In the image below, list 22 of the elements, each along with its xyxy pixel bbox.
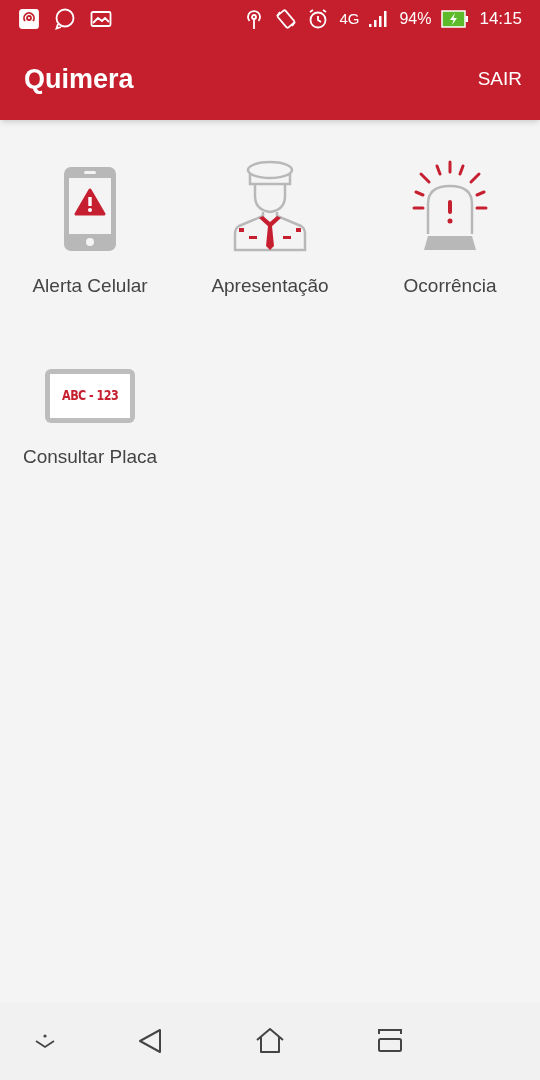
expand-down-icon[interactable] bbox=[34, 1032, 56, 1050]
image-icon bbox=[90, 8, 112, 30]
back-icon[interactable] bbox=[138, 1028, 162, 1054]
battery-charging-icon bbox=[441, 10, 470, 28]
hotspot-icon bbox=[18, 8, 40, 30]
rotate-icon bbox=[275, 8, 298, 30]
signal-icon bbox=[369, 10, 390, 28]
menu-tile[interactable]: Apresentação bbox=[180, 158, 360, 301]
battery-percent: 94% bbox=[399, 9, 432, 29]
menu-tile[interactable]: ABC - 123 Consultar Placa bbox=[0, 328, 180, 471]
app-title: Quimera bbox=[24, 62, 134, 96]
logout-button[interactable]: SAIR bbox=[475, 56, 524, 102]
officer-icon bbox=[233, 160, 307, 252]
menu-tile[interactable]: Alerta Celular bbox=[0, 158, 180, 301]
menu-tile[interactable]: Ocorrência bbox=[360, 158, 540, 301]
phone-alert-icon bbox=[63, 166, 117, 252]
clock-time: 14:15 bbox=[479, 8, 522, 31]
plate-number: ABC - 123 bbox=[61, 386, 119, 405]
home-icon[interactable] bbox=[256, 1028, 284, 1054]
recent-apps-icon[interactable] bbox=[378, 1029, 402, 1053]
network-type: 4G bbox=[339, 8, 360, 29]
chat-bubble-icon bbox=[54, 8, 76, 30]
